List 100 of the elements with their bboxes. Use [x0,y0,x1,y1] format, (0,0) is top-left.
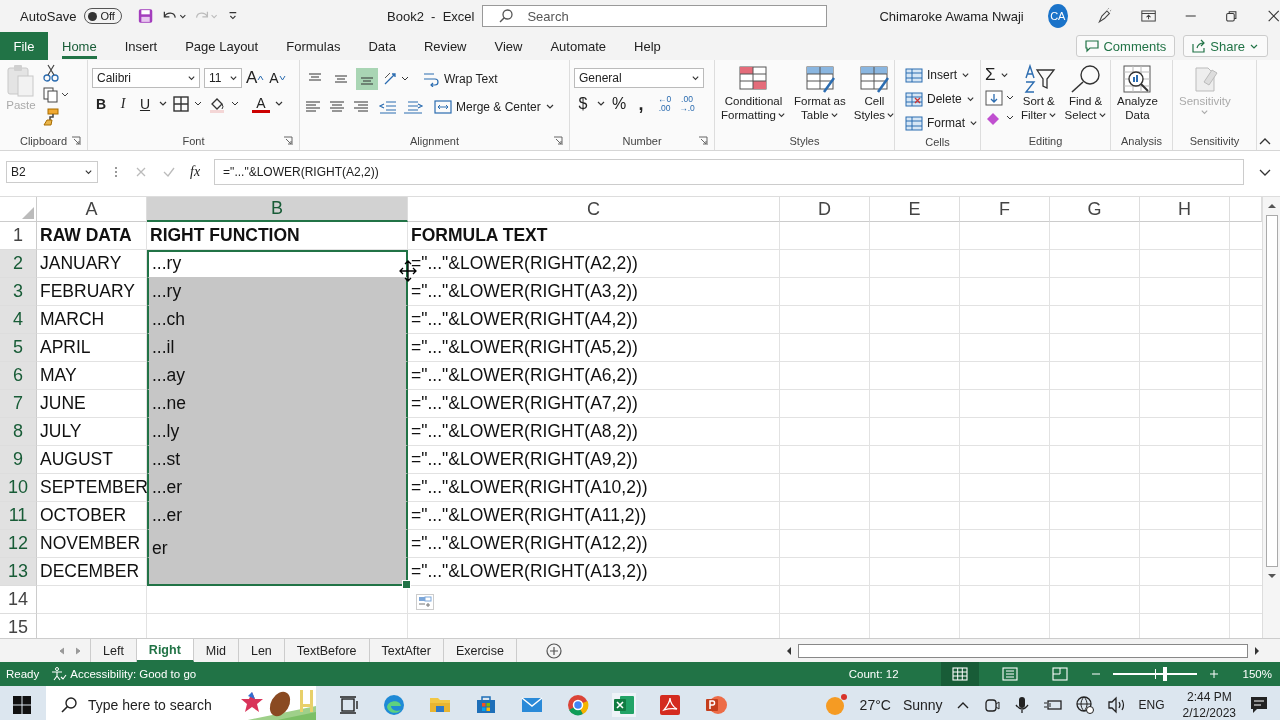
comments-button[interactable]: Comments [1076,35,1176,57]
shrink-font-button[interactable]: A [268,68,287,88]
scroll-right-icon[interactable] [1252,645,1262,656]
font-color-button[interactable]: A [252,95,270,113]
borders-icon[interactable] [172,95,204,113]
chrome-icon[interactable] [566,692,590,717]
comma-style-button[interactable]: , [632,94,650,114]
editing-button[interactable]: Sort & Filter [1019,64,1059,122]
scroll-down-icon[interactable] [1266,571,1277,581]
selected-cell[interactable]: ...ly [147,418,408,446]
italic-button[interactable]: I [114,94,132,114]
row-header[interactable]: 13 [0,558,37,586]
restore-icon[interactable] [1225,8,1239,24]
dialog-launcher-icon[interactable] [698,136,708,146]
row-header[interactable]: 11 [0,502,37,530]
increase-decimal-button[interactable]: ←0 .00 [658,95,672,113]
font-size-dropdown[interactable]: 11 [204,68,242,88]
formula-field[interactable]: ="..."&LOWER(RIGHT(A2,2)) [214,159,1244,185]
eraser-icon[interactable] [985,110,1015,126]
ribbon-tab[interactable]: Insert [110,32,172,60]
styles-button[interactable]: Format as Table [791,64,848,122]
pdf-icon[interactable] [658,692,682,717]
close-icon[interactable] [1266,8,1280,24]
fill-down-icon[interactable] [985,90,1015,106]
selected-cell[interactable]: ...ch [147,306,408,334]
ribbon-tab[interactable]: Data [354,32,410,60]
more-icon[interactable] [112,165,120,179]
edge-icon[interactable] [382,692,406,717]
row-header[interactable]: 5 [0,334,37,362]
column-header[interactable]: B [147,197,408,222]
file-tab[interactable]: File [0,32,48,60]
share-button[interactable]: Share [1183,35,1268,57]
ribbon-tab[interactable]: Review [409,32,481,60]
row-header[interactable]: 9 [0,446,37,474]
search-field[interactable]: Search [482,5,828,27]
analyze-data-button[interactable]: Analyze Data [1115,64,1160,122]
accessibility-button[interactable]: Accessibility: Good to go [51,667,197,681]
selected-cell[interactable]: ...st [147,446,408,474]
view-button[interactable] [940,662,979,686]
speaker-icon[interactable] [1106,695,1127,714]
column-header[interactable]: C [408,197,780,222]
row-header[interactable]: 2 [0,250,37,278]
selected-cell[interactable]: ...er [147,502,408,530]
selected-cell[interactable]: er [147,530,408,558]
cells-button[interactable]: Insert [905,64,970,86]
font-name-dropdown[interactable]: Calibri [92,68,200,88]
column-header[interactable]: G [1050,197,1140,222]
styles-button[interactable]: Conditional Formatting [719,64,788,122]
column-header[interactable]: F [960,197,1050,222]
row-header[interactable]: 7 [0,390,37,418]
column-header[interactable]: E [870,197,960,222]
column-header[interactable]: H [1140,197,1230,222]
autosum-button[interactable]: Σ [985,64,1009,86]
selected-cell[interactable]: ...ay [147,362,408,390]
cells-button[interactable]: Format [905,112,978,134]
dialog-launcher-icon[interactable] [553,136,563,146]
row-header[interactable]: 1 [0,222,37,250]
styles-button[interactable]: Cell Styles [851,64,898,122]
column-header[interactable]: A [37,197,147,222]
windows-start-icon[interactable] [12,694,32,715]
selected-cell[interactable]: ...ry [147,278,408,306]
save-icon[interactable] [137,7,153,25]
cut-icon[interactable] [42,64,60,82]
selected-cell[interactable]: ...er [147,474,408,502]
ribbon-tab[interactable]: View [480,32,537,60]
row-header[interactable]: 4 [0,306,37,334]
merge-center-button[interactable]: Merge & Center [434,96,555,118]
sun-icon[interactable] [823,692,848,717]
user-avatar[interactable]: CA [1047,4,1068,28]
column-header[interactable]: D [780,197,870,222]
row-header[interactable]: 10 [0,474,37,502]
ribbon-tab[interactable]: Automate [536,32,621,60]
row-header[interactable]: 14 [0,586,37,614]
dialog-launcher-icon[interactable] [283,136,293,146]
fill-handle[interactable] [402,580,411,589]
zoom-in-icon[interactable] [1208,669,1219,679]
indent-icons[interactable] [378,99,424,115]
ribbon-display-icon[interactable] [1140,8,1156,24]
ribbon-tab[interactable]: Help [620,32,675,60]
number-format-dropdown[interactable]: General [574,68,704,88]
scroll-up-icon[interactable] [1266,201,1277,211]
row-header[interactable]: 6 [0,362,37,390]
grow-font-button[interactable]: A [246,68,265,88]
language-indicator[interactable]: ENG [1138,697,1165,712]
name-box[interactable]: B2 [6,161,98,183]
add-sheet-icon[interactable] [544,641,563,660]
row-header[interactable]: 12 [0,530,37,558]
selected-cell[interactable]: ...il [147,334,408,362]
editing-button[interactable]: Find & Select [1062,64,1109,122]
zoom-level[interactable]: 150% [1242,668,1272,680]
format-painter-icon[interactable] [42,108,60,126]
currency-button[interactable]: $ [574,94,592,114]
expand-icon[interactable] [1258,167,1272,177]
row-header[interactable]: 8 [0,418,37,446]
network-icon[interactable] [1074,694,1095,715]
ribbon-tab[interactable]: Page Layout [171,32,273,60]
percent-button[interactable]: % [610,94,628,114]
ribbon-tab[interactable]: Formulas [272,32,355,60]
dialog-launcher-icon[interactable] [71,136,81,146]
bold-button[interactable]: B [92,94,110,114]
